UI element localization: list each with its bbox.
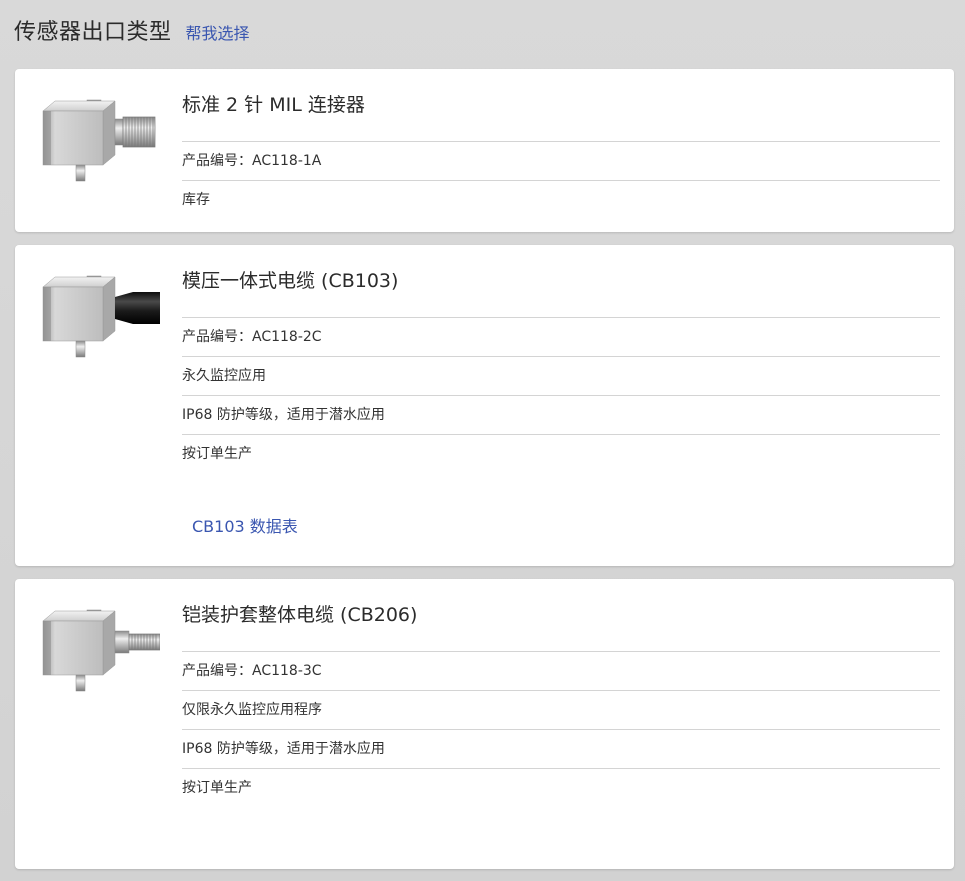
availability: 库存 [182,192,210,208]
part-number: 产品编号：AC118-1A [182,142,940,181]
card-details: 模压一体式电缆 (CB103) 产品编号：AC118-2C 永久监控应用 IP6… [182,245,940,473]
section-title: 传感器出口类型 [14,20,172,45]
availability: 按订单生产 [182,780,252,796]
card-details: 标准 2 针 MIL 连接器 产品编号：AC118-1A 库存 [182,69,940,219]
card-details: 铠装护套整体电缆 (CB206) 产品编号：AC118-3C 仅限永久监控应用程… [182,579,940,807]
card-title: 模压一体式电缆 (CB103) [182,245,940,318]
option-card-mil-connector[interactable]: 标准 2 针 MIL 连接器 产品编号：AC118-1A 库存 [15,69,954,232]
part-number: 产品编号：AC118-2C [182,318,940,357]
mil-connector-sensor-image [42,99,156,182]
application-note: 仅限永久监控应用程序 [182,691,940,730]
card-title: 标准 2 针 MIL 连接器 [182,69,940,142]
armored-cable-sensor-image [42,609,160,692]
card-title: 铠装护套整体电缆 (CB206) [182,579,940,652]
molded-cable-sensor-image [42,275,160,358]
option-card-armored-cable[interactable]: 铠装护套整体电缆 (CB206) 产品编号：AC118-3C 仅限永久监控应用程… [15,579,954,869]
protection-rating: IP68 防护等级，适用于潜水应用 [182,730,940,769]
page-background: 传感器出口类型 帮我选择 标准 2 针 MIL 连接器 产品编号：AC118-1… [0,0,965,881]
section-header: 传感器出口类型 帮我选择 [14,14,250,50]
application-note: 永久监控应用 [182,357,940,396]
option-card-molded-cable[interactable]: 模压一体式电缆 (CB103) 产品编号：AC118-2C 永久监控应用 IP6… [15,245,954,566]
help-me-choose-link[interactable]: 帮我选择 [186,20,250,44]
cb103-datasheet-link[interactable]: CB103 数据表 [192,513,298,537]
part-number: 产品编号：AC118-3C [182,652,940,691]
availability: 按订单生产 [182,446,252,462]
protection-rating: IP68 防护等级，适用于潜水应用 [182,396,940,435]
